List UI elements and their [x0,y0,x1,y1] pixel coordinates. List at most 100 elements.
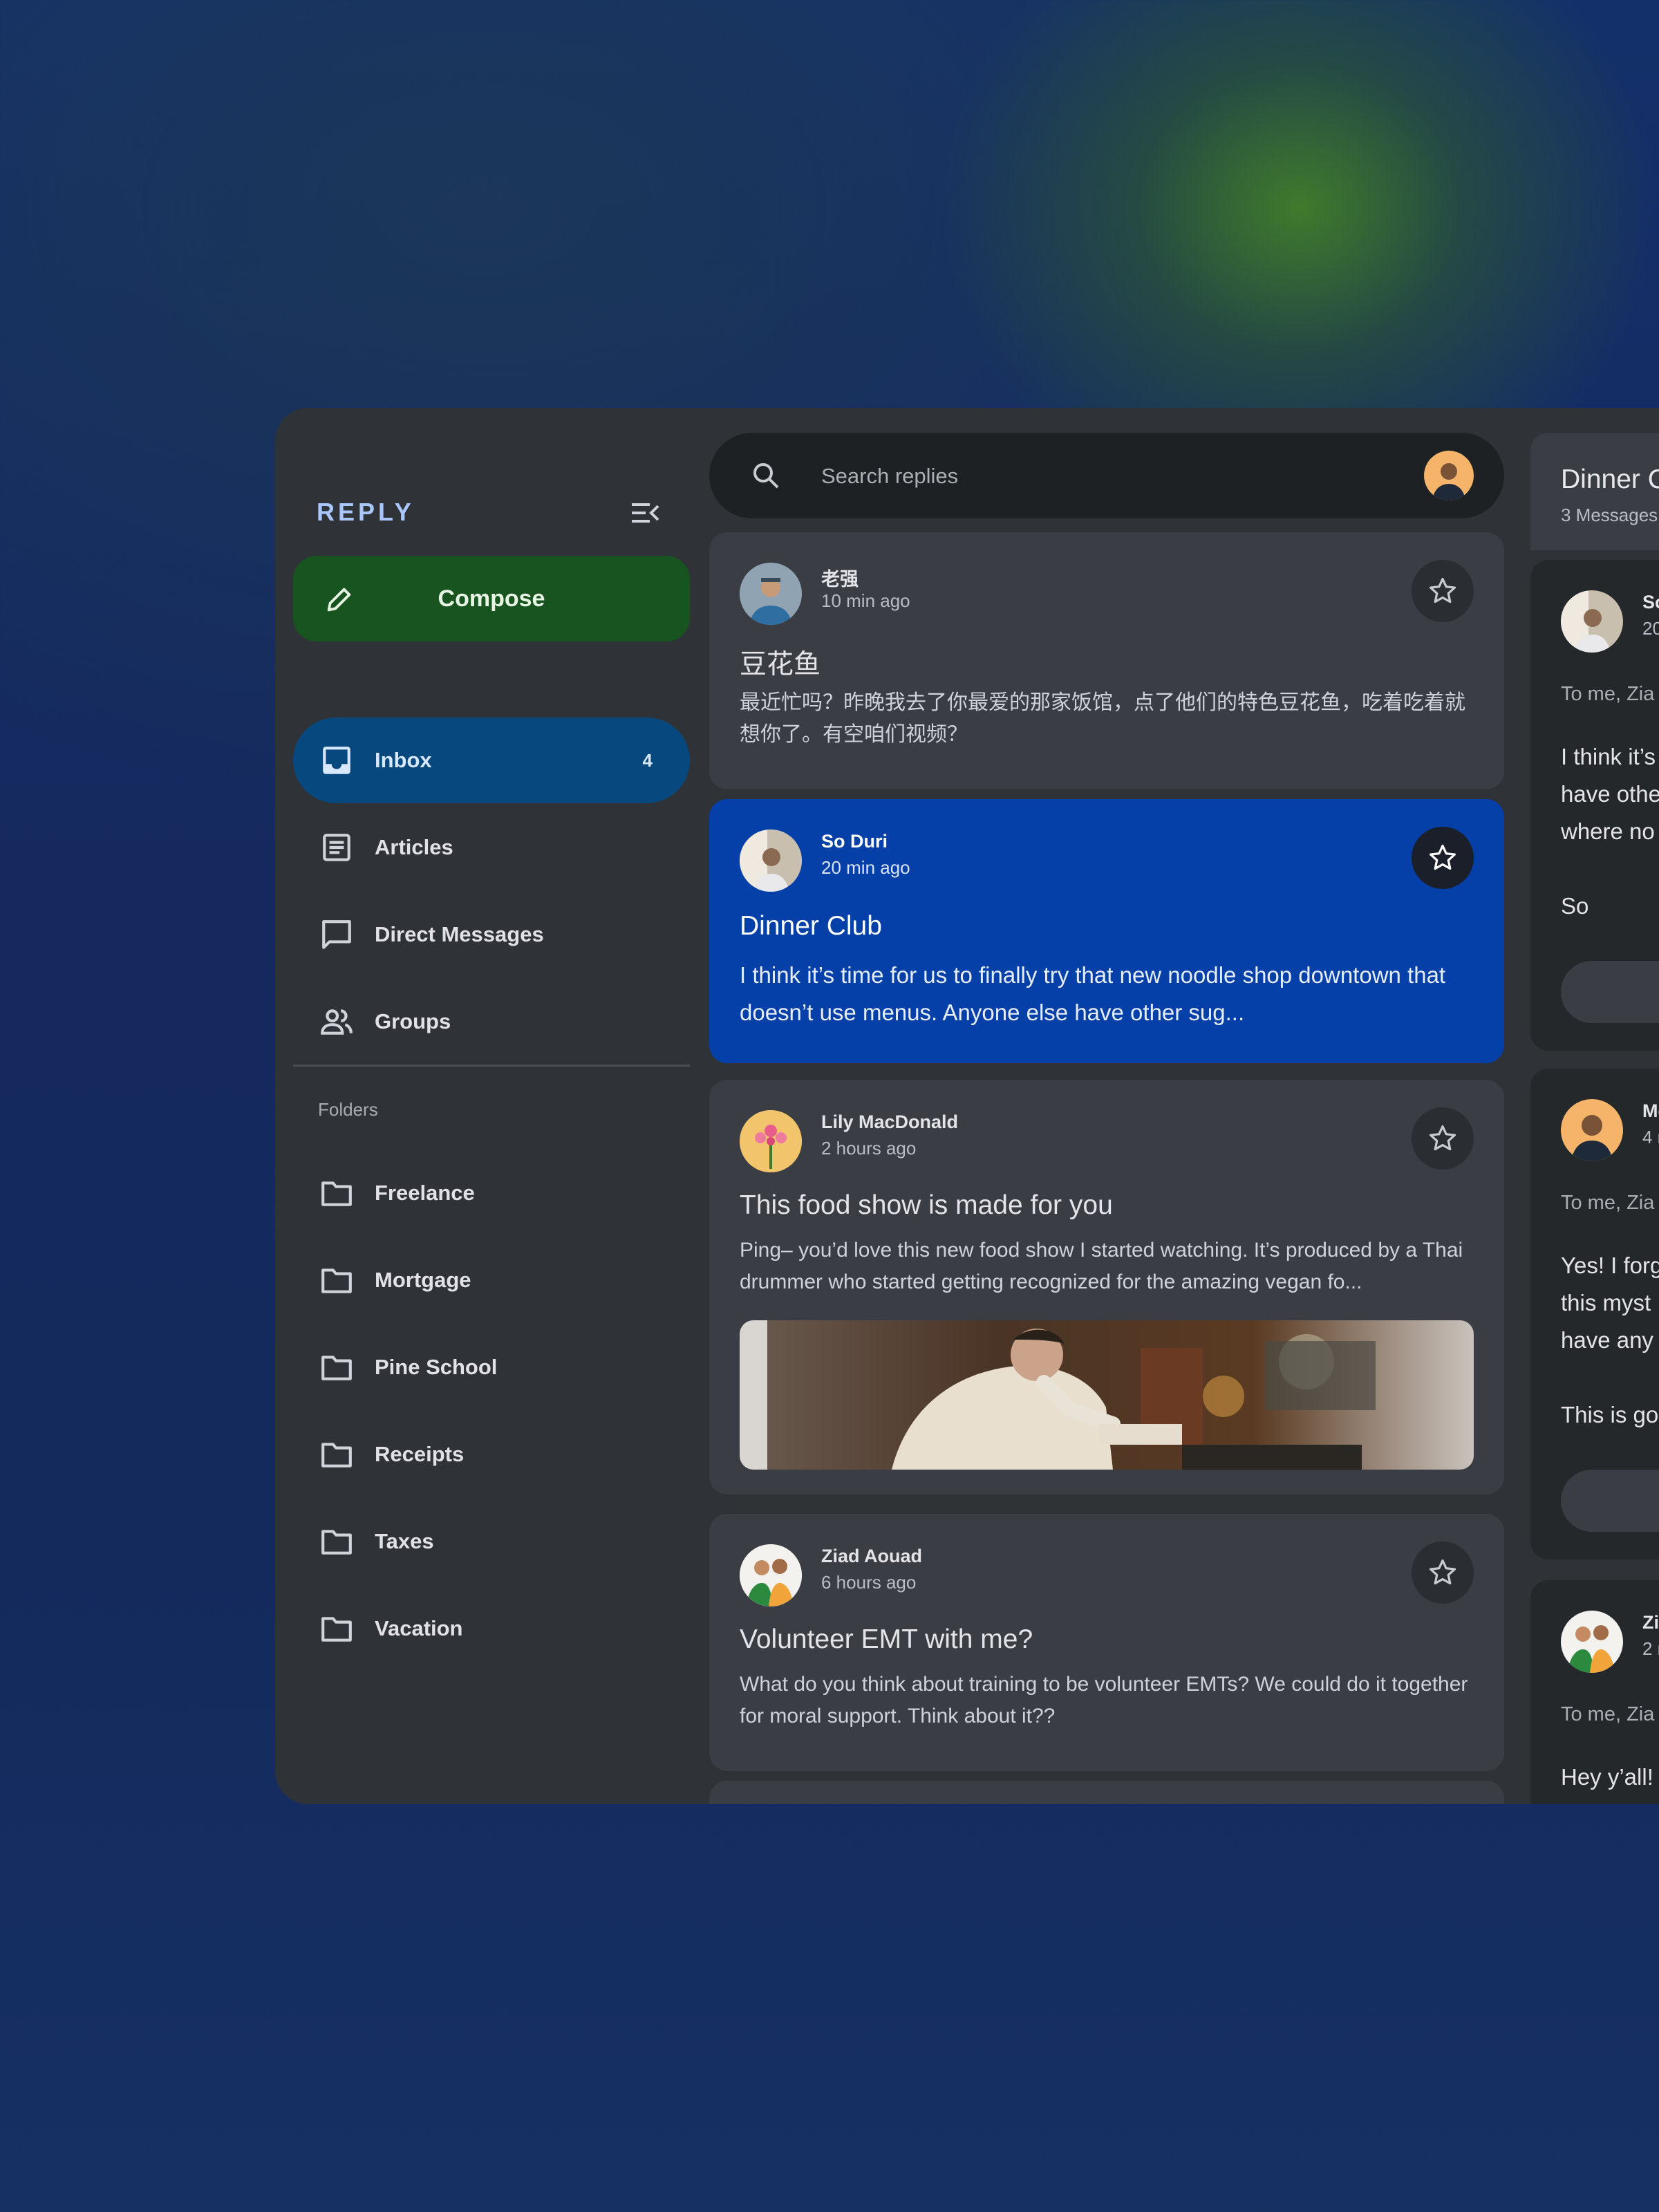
folder-item-freelance[interactable]: Freelance [293,1150,690,1236]
sender-name: So Duri [821,831,888,852]
folder-item-mortgage[interactable]: Mortgage [293,1237,690,1323]
sidebar-item-groups[interactable]: Groups [293,979,690,1065]
avatar-image [1432,463,1465,500]
chat-bubble-icon [322,920,351,949]
reply-app-window: REPLY Compose Inbox 4 Articles Direct Me… [275,408,1659,1804]
message-body-line: this myst [1561,1290,1651,1315]
search-input[interactable] [820,453,1376,499]
email-attachment-image[interactable] [740,1320,1474,1470]
thread-header: Dinner C 3 Messages [1530,433,1659,550]
sidebar-item-label: Articles [375,835,453,859]
message-time: 2 r [1642,1638,1659,1659]
sender-avatar [1561,1611,1623,1673]
folder-label: Vacation [375,1616,463,1640]
sender-name: So [1642,592,1659,612]
sender-avatar [740,1110,802,1172]
inbox-icon [323,747,350,774]
folder-label: Mortgage [375,1268,471,1292]
sender-name: Me [1642,1100,1659,1121]
email-preview: Ping– you’d love this new food show I st… [740,1239,1463,1293]
email-time: 6 hours ago [821,1572,917,1593]
sender-name: 老强 [821,569,859,590]
email-subject: This food show is made for you [740,1190,1113,1220]
thread-detail-pane: Dinner C 3 Messages So 20 To me, Zia I t… [1530,433,1659,1804]
message-signature: So [1561,893,1589,919]
sidebar-item-label: Direct Messages [375,922,544,946]
sidebar-item-label: Inbox [375,748,432,772]
email-time: 2 hours ago [821,1138,917,1159]
message-body-line: have any [1561,1327,1653,1353]
email-card-selected[interactable]: So Duri 20 min ago Dinner Club I think i… [709,799,1504,1063]
star-button[interactable] [1412,1107,1474,1170]
sender-name: Ziad Aouad [821,1546,922,1566]
avatar-image [1571,1115,1613,1161]
email-time: 10 min ago [821,590,910,611]
thread-message-count: 3 Messages [1561,505,1658,525]
sidebar-item-inbox[interactable]: Inbox 4 [293,718,690,803]
folder-item-vacation[interactable]: Vacation [293,1586,690,1671]
star-button[interactable] [1412,827,1474,889]
sidebar-item-articles[interactable]: Articles [293,805,690,890]
thread-message[interactable]: So 20 To me, Zia I think it’s have othe … [1530,560,1659,1051]
sidebar-divider [293,1065,690,1067]
folder-label: Taxes [375,1529,434,1553]
message-time: 20 [1642,618,1659,639]
message-body-line: Hey y’all! [1561,1764,1653,1790]
email-time: 20 min ago [821,857,910,878]
user-avatar[interactable] [1424,451,1474,500]
food-show-photo [740,1320,1474,1470]
message-body-line: where no [1561,818,1655,844]
folder-label: Receipts [375,1442,465,1466]
sender-avatar [1561,590,1623,653]
email-subject: Volunteer EMT with me? [740,1624,1033,1654]
message-body-line: Yes! I forg [1561,1253,1659,1278]
message-body-line: have othe [1561,781,1659,807]
compose-button[interactable]: Compose [293,556,690,641]
avatar-image [740,1544,802,1606]
email-card[interactable]: Lily MacDonald 2 hours ago This food sho… [709,1080,1504,1494]
email-card[interactable]: Ziad Aouad 6 hours ago Volunteer EMT wit… [709,1514,1504,1771]
folder-icon [321,1617,352,1642]
star-icon [1429,1125,1456,1151]
sidebar-item-direct-messages[interactable]: Direct Messages [293,892,690,977]
folders-heading: Folders [318,1099,378,1120]
search-bar[interactable] [709,433,1504,518]
email-card[interactable] [709,1781,1504,1804]
message-signature: This is go [1561,1402,1659,1427]
thread-message[interactable]: Zi 2 r To me, Zia Hey y’all! [1530,1580,1659,1804]
star-button[interactable] [1412,560,1474,622]
message-recipients: To me, Zia [1561,1703,1655,1725]
search-icon [753,463,779,489]
star-icon [1429,1559,1456,1585]
groups-icon [321,1009,353,1035]
folder-item-pine-school[interactable]: Pine School [293,1324,690,1410]
star-button[interactable] [1412,1541,1474,1604]
email-card[interactable]: 老强 10 min ago 豆花鱼 最近忙吗？昨晚我去了你最爱的那家饭馆，点了他… [709,532,1504,789]
email-preview: I think it’s time for us to finally try … [740,962,1446,1025]
thread-title: Dinner C [1561,465,1659,494]
message-recipients: To me, Zia [1561,1192,1655,1214]
menu-collapse-icon [632,503,659,523]
avatar-image [740,1110,802,1172]
folder-item-taxes[interactable]: Taxes [293,1499,690,1584]
thread-message[interactable]: Me 4 r To me, Zia Yes! I forg this myst … [1530,1069,1659,1559]
folder-icon [321,1443,352,1468]
avatar-image [1561,590,1611,653]
folder-label: Freelance [375,1181,475,1205]
folder-item-receipts[interactable]: Receipts [293,1412,690,1497]
article-icon [323,834,350,861]
email-subject: Dinner Club [740,911,882,941]
reply-button[interactable] [1561,961,1659,1023]
folder-icon [321,1530,352,1555]
compose-label: Compose [438,585,545,612]
message-body-line: I think it’s [1561,744,1656,769]
sidebar-item-label: Groups [375,1009,451,1033]
reply-button[interactable] [1561,1470,1659,1532]
sender-name: Lily MacDonald [821,1112,959,1132]
folder-icon [321,1268,352,1293]
sender-avatar [740,1544,802,1606]
avatar-image [1568,1625,1615,1673]
message-time: 4 r [1642,1127,1659,1147]
collapse-menu-button[interactable] [629,496,662,529]
avatar-image [740,563,802,625]
